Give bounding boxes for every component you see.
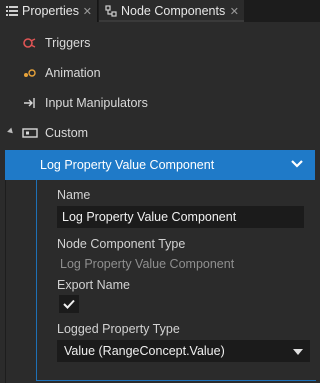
input-manipulators-icon [24,98,35,108]
tab-bar: Properties ✕ Node Components ✕ [0,0,320,22]
node-components-panel: Triggers Animation Input Manipulators Cu… [0,22,320,383]
animation-icon [24,69,36,77]
checkmark-icon [63,299,75,309]
node-component-type-value: Log Property Value Component [60,257,235,271]
tree-guide-line [5,180,6,383]
dropdown-arrow-icon [293,349,303,355]
dropdown-value: Value (RangeConcept.Value) [64,344,225,358]
name-label: Name [57,188,91,202]
collapse-arrow-icon[interactable] [7,127,15,136]
chevron-down-icon[interactable] [289,156,305,172]
list-item-animation[interactable]: Animation [0,58,320,88]
node-component-type-label: Node Component Type [57,237,186,251]
node-components-icon [105,5,117,17]
custom-icon [22,128,38,138]
selected-component-label: Log Property Value Component [40,158,215,172]
tab-node-components[interactable]: Node Components ✕ [99,0,244,22]
tab-label: Node Components [121,4,226,18]
close-icon[interactable]: ✕ [83,5,92,18]
tab-properties[interactable]: Properties ✕ [0,0,98,22]
close-icon[interactable]: ✕ [230,5,239,18]
tab-label: Properties [22,4,79,18]
list-item-label: Input Manipulators [45,96,148,110]
list-item-label: Animation [45,66,101,80]
list-item-label: Triggers [45,36,91,50]
export-name-label: Export Name [57,278,130,292]
export-name-checkbox[interactable] [59,295,79,313]
list-item-custom[interactable]: Custom [0,118,320,148]
trigger-icon [23,38,36,48]
list-item-triggers[interactable]: Triggers [0,28,320,58]
name-field[interactable]: Log Property Value Component [57,206,304,228]
selected-component-header[interactable]: Log Property Value Component [5,150,315,180]
list-item-input-manipulators[interactable]: Input Manipulators [0,88,320,118]
component-inspector: Name Log Property Value Component Node C… [36,180,316,381]
logged-property-type-dropdown[interactable]: Value (RangeConcept.Value) [57,340,310,362]
list-item-label: Custom [45,126,89,140]
logged-property-type-label: Logged Property Type [57,322,180,336]
properties-icon [6,6,18,16]
